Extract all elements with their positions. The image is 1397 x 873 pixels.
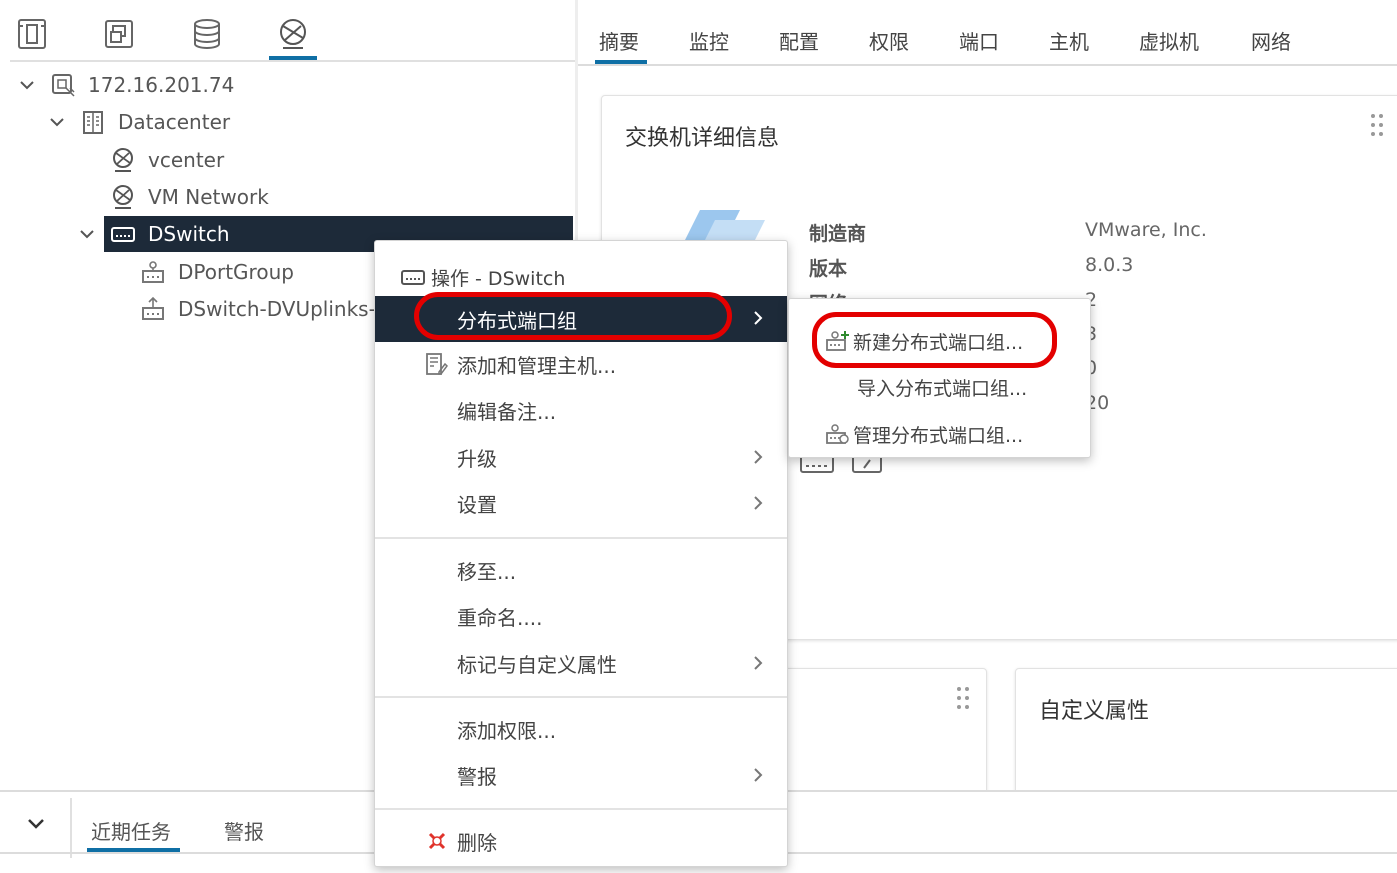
distributed-switch-icon — [111, 227, 135, 242]
menu-item-label: 移至... — [457, 559, 517, 584]
menu-item-label: 设置 — [457, 492, 497, 517]
vms-templates-icon[interactable] — [101, 16, 137, 52]
menu-item-add-permission[interactable]: 添加权限... — [375, 707, 787, 751]
tree-item-dvuplinks[interactable]: DSwitch-DVUplinks- — [140, 291, 376, 327]
drag-handle-icon[interactable] — [1370, 113, 1384, 137]
menu-item-label: 升级 — [457, 446, 497, 471]
hosts-clusters-icon[interactable] — [14, 16, 50, 52]
network-icon — [113, 148, 133, 172]
menu-item-delete[interactable]: 删除 — [375, 819, 787, 863]
tab-hosts[interactable]: 主机 — [1049, 26, 1089, 55]
menu-item-settings[interactable]: 设置 — [375, 481, 787, 525]
menu-item-alarms[interactable]: 警报 — [375, 753, 787, 797]
chevron-right-icon — [754, 768, 763, 782]
tree-label: Datacenter — [118, 110, 231, 134]
highlight-annotation — [812, 312, 1057, 368]
menu-item-add-manage-hosts[interactable]: 添加和管理主机... — [375, 342, 787, 386]
submenu-item-manage-port-groups[interactable]: 管理分布式端口组... — [789, 412, 1090, 456]
tab-vms[interactable]: 虚拟机 — [1139, 26, 1199, 55]
tree-item-network-vcenter[interactable]: vcenter — [110, 142, 224, 178]
detail-key: 制造商 — [809, 223, 867, 245]
uplink-group-icon — [142, 296, 164, 320]
tab-ports[interactable]: 端口 — [959, 26, 999, 55]
tree-label: vcenter — [148, 148, 225, 172]
vsphere-client: 172.16.201.74 Datacenter vcenter VM Netw… — [0, 0, 1397, 873]
submenu-item-import-port-group[interactable]: 导入分布式端口组... — [789, 365, 1090, 409]
manage-port-groups-icon — [826, 424, 849, 444]
tab-monitor[interactable]: 监控 — [689, 26, 729, 55]
menu-separator — [375, 696, 787, 698]
chevron-down-icon[interactable] — [48, 113, 66, 131]
distributed-switch-icon — [401, 270, 425, 285]
menu-item-edit-notes[interactable]: 编辑备注... — [375, 388, 787, 432]
tree-item-dportgroup[interactable]: DPortGroup — [140, 254, 294, 290]
tab-summary[interactable]: 摘要 — [599, 26, 639, 55]
chevron-right-icon — [754, 311, 763, 325]
port-group-icon — [142, 261, 164, 283]
tab-configure[interactable]: 配置 — [779, 26, 819, 55]
tab-alarms[interactable]: 警报 — [224, 816, 264, 845]
menu-item-move-to[interactable]: 移至... — [375, 548, 787, 592]
detail-value: VMware, Inc. — [1085, 219, 1207, 241]
tree-label: VM Network — [148, 185, 269, 209]
tree-item-vcenter-server[interactable]: 172.16.201.74 — [18, 67, 234, 103]
tree-label: DSwitch — [148, 222, 230, 246]
menu-item-label: 警报 — [457, 764, 497, 789]
custom-attributes-card — [1015, 668, 1397, 808]
delete-icon — [428, 832, 446, 850]
menu-separator — [375, 537, 787, 539]
card-title: 交换机详细信息 — [625, 126, 780, 151]
tab-permissions[interactable]: 权限 — [869, 26, 909, 55]
chevron-down-icon[interactable] — [26, 816, 46, 832]
divider — [10, 60, 575, 62]
tab-networks[interactable]: 网络 — [1251, 26, 1291, 55]
detail-key: 版本 — [809, 258, 848, 280]
chevron-down-icon[interactable] — [78, 225, 96, 243]
menu-item-label: 删除 — [457, 830, 497, 855]
vcenter-server-icon — [52, 74, 75, 97]
switch-graphic-icon — [685, 210, 765, 240]
menu-item-label: 添加和管理主机... — [457, 353, 617, 378]
storage-icon[interactable] — [189, 16, 225, 52]
menu-item-rename[interactable]: 重命名.... — [375, 594, 787, 638]
tab-recent-tasks[interactable]: 近期任务 — [91, 816, 171, 845]
chevron-right-icon — [754, 496, 763, 510]
menu-item-upgrade[interactable]: 升级 — [375, 435, 787, 479]
menu-header-label: 操作 - DSwitch — [431, 267, 566, 290]
chevron-right-icon — [754, 656, 763, 670]
menu-item-label: 标记与自定义属性 — [457, 652, 617, 677]
menu-item-tags-attributes[interactable]: 标记与自定义属性 — [375, 641, 787, 685]
highlight-annotation — [414, 292, 732, 340]
menu-separator — [375, 808, 787, 810]
detail-value: 8.0.3 — [1085, 254, 1134, 276]
tree-label: DPortGroup — [178, 260, 294, 284]
tree-label: 172.16.201.74 — [88, 73, 235, 97]
networking-icon[interactable] — [275, 16, 311, 52]
chevron-right-icon — [754, 450, 763, 464]
drag-handle-icon[interactable] — [956, 686, 970, 710]
add-host-icon — [426, 353, 448, 375]
chevron-down-icon[interactable] — [18, 76, 36, 94]
active-tab-indicator — [595, 60, 647, 64]
submenu-item-label: 导入分布式端口组... — [857, 377, 1028, 400]
tree-label: DSwitch-DVUplinks- — [178, 297, 376, 321]
menu-item-label: 添加权限... — [457, 718, 557, 743]
card-title: 自定义属性 — [1039, 699, 1150, 724]
tree-item-datacenter[interactable]: Datacenter — [48, 104, 230, 140]
network-icon — [113, 185, 133, 209]
tree-item-network-vm[interactable]: VM Network — [110, 179, 269, 215]
menu-item-label: 重命名.... — [457, 605, 543, 630]
submenu-item-label: 管理分布式端口组... — [853, 424, 1024, 447]
datacenter-icon — [83, 111, 103, 134]
menu-item-label: 编辑备注... — [457, 399, 557, 424]
divider — [70, 798, 72, 858]
